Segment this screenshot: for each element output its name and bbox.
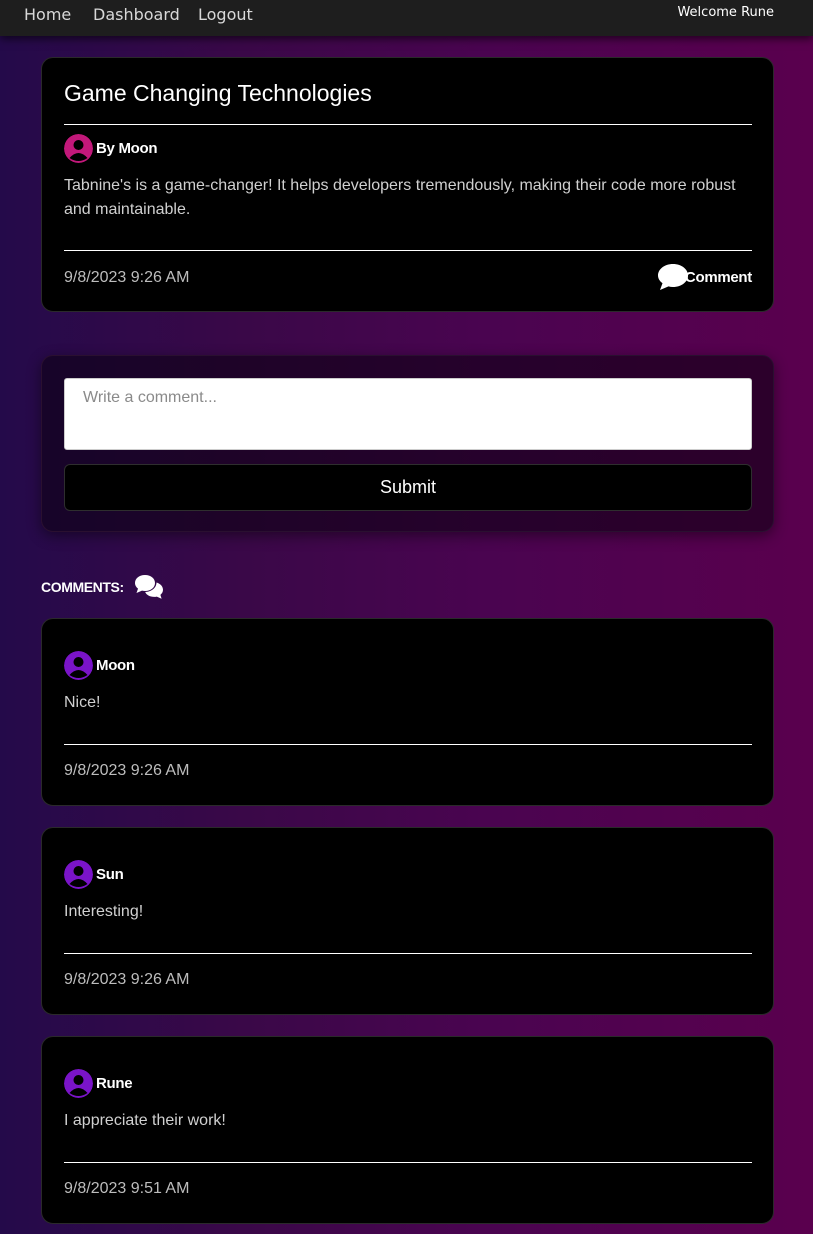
comment-text: I appreciate their work!: [64, 1112, 226, 1129]
divider: [64, 1162, 752, 1163]
submit-button[interactable]: Submit: [64, 464, 752, 511]
comment-button-label: Comment: [684, 268, 752, 286]
post-author: By Moon: [96, 140, 158, 157]
divider: [64, 250, 752, 251]
post-body: Tabnine's is a game-changer! It helps de…: [64, 177, 736, 218]
nav-home-link[interactable]: Home: [24, 5, 71, 24]
comment-timestamp: 9/8/2023 9:26 AM: [64, 762, 190, 779]
post-title: Game Changing Technologies: [64, 80, 372, 106]
comments-heading: COMMENTS:: [41, 574, 164, 600]
top-navbar: Home Dashboard Logout Welcome Rune: [0, 0, 813, 36]
comment-text: Nice!: [64, 694, 101, 711]
comment-author: Sun: [96, 866, 124, 883]
comment-card: Sun Interesting! 9/8/2023 9:26 AM: [41, 827, 774, 1015]
comment-author: Moon: [96, 657, 135, 674]
comment-button[interactable]: Comment: [657, 262, 752, 292]
comment-timestamp: 9/8/2023 9:51 AM: [64, 1180, 190, 1197]
divider: [64, 953, 752, 954]
comment-card: Moon Nice! 9/8/2023 9:26 AM: [41, 618, 774, 806]
nav-dashboard-link[interactable]: Dashboard: [93, 5, 180, 24]
comment-timestamp: 9/8/2023 9:26 AM: [64, 971, 190, 988]
user-circle-icon: [64, 134, 93, 163]
divider: [64, 124, 752, 125]
comments-icon: [134, 575, 163, 599]
user-circle-icon: [64, 651, 93, 680]
comment-form: Submit: [41, 355, 774, 532]
comments-heading-label: COMMENTS:: [41, 579, 124, 595]
comment-input[interactable]: [64, 378, 752, 450]
comment-text: Interesting!: [64, 903, 144, 920]
divider: [64, 744, 752, 745]
user-circle-icon: [64, 1069, 93, 1098]
post-timestamp: 9/8/2023 9:26 AM: [64, 269, 190, 286]
nav-logout-link[interactable]: Logout: [198, 5, 253, 24]
post-card: Game Changing Technologies By Moon Tabni…: [41, 57, 774, 312]
user-circle-icon: [64, 860, 93, 889]
comment-card: Rune I appreciate their work! 9/8/2023 9…: [41, 1036, 774, 1224]
welcome-message: Welcome Rune: [677, 5, 774, 20]
comment-author: Rune: [96, 1075, 133, 1092]
